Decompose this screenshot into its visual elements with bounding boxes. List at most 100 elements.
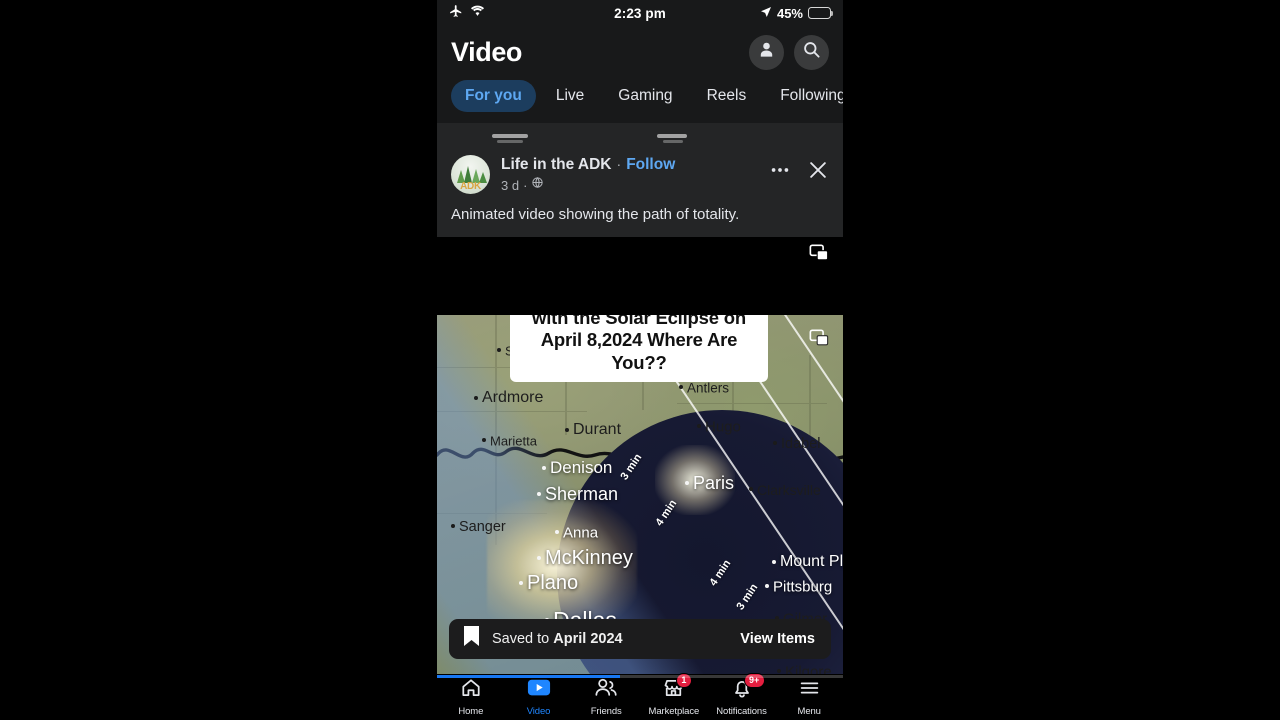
- tab-for-you[interactable]: For you: [451, 80, 536, 112]
- phone-viewport: 2:23 pm 45% Video For you Live Gaming Re…: [437, 0, 843, 720]
- post-card: ADK Life in the ADK · Follow 3 d · Anima…: [437, 145, 843, 237]
- view-items-button[interactable]: View Items: [740, 631, 815, 647]
- saved-prefix: Saved to: [492, 630, 554, 647]
- map-city-label: Hugo: [697, 418, 741, 436]
- nav-label-friends: Friends: [590, 706, 622, 717]
- map-city-name: Mount Ple: [780, 552, 843, 570]
- profile-button[interactable]: [749, 34, 784, 70]
- tab-gaming[interactable]: Gaming: [604, 80, 686, 112]
- saved-toast-text: Saved to April 2024: [492, 631, 623, 647]
- nav-item-home[interactable]: Home: [437, 677, 505, 717]
- picture-in-picture-icon[interactable]: [808, 243, 830, 268]
- map-city-pin: [542, 465, 546, 470]
- map-city-name: Idabel: [781, 435, 821, 452]
- timestamp-separator: ·: [523, 177, 528, 193]
- close-icon[interactable]: [807, 159, 829, 186]
- hamburger-menu-icon: [798, 677, 821, 704]
- battery-percent-label: 45%: [776, 5, 803, 21]
- map-city-name: Durant: [573, 420, 622, 438]
- map-city-name: Sanger: [459, 518, 506, 535]
- map-city-label: Mount Ple: [772, 553, 843, 571]
- nav-item-notifications[interactable]: 9+ Notifications: [708, 673, 776, 717]
- post-author-block: Life in the ADK · Follow 3 d ·: [501, 155, 769, 194]
- search-icon: [802, 40, 821, 64]
- globe-public-icon: [531, 176, 544, 194]
- map-city-pin: [773, 441, 777, 446]
- nav-item-menu[interactable]: Menu: [775, 677, 843, 717]
- video-progress-bar[interactable]: [437, 674, 843, 678]
- map-city-name: Hugo: [705, 417, 741, 435]
- tab-reels[interactable]: Reels: [693, 80, 761, 112]
- location-arrow-icon: [760, 6, 772, 21]
- battery-icon: [808, 7, 834, 19]
- map-city-pin: [537, 556, 541, 560]
- map-city-name: Sherman: [545, 483, 619, 504]
- video-play-icon: [527, 677, 551, 704]
- map-city-pin: [482, 438, 486, 443]
- app-header: Video For you Live Gaming Reels Followin…: [437, 26, 843, 123]
- map-city-name: Plano: [527, 571, 579, 594]
- saved-toast: Saved to April 2024 View Items: [449, 618, 831, 659]
- post-subtitle-row: 3 d ·: [501, 176, 769, 194]
- map-city-pin: [519, 581, 523, 585]
- app-header-row: Video: [451, 30, 829, 74]
- map-city-label: Anna: [555, 524, 598, 542]
- category-tabs: For you Live Gaming Reels Following: [451, 74, 843, 123]
- map-city-label: Denison: [542, 458, 612, 478]
- map-city-label: McKinney: [537, 547, 633, 570]
- post-controls: [769, 155, 829, 186]
- map-city-label: Idabel: [773, 435, 821, 453]
- map-city-name: Pittsburg: [773, 577, 833, 595]
- life-in-the-adk-avatar[interactable]: ADK: [451, 155, 490, 194]
- map-city-name: Anna: [563, 523, 599, 541]
- map-city-pin: [565, 427, 569, 432]
- header-actions: [749, 34, 829, 70]
- picture-in-picture-icon[interactable]: [808, 328, 830, 353]
- nav-item-marketplace[interactable]: 1 Marketplace: [640, 673, 708, 717]
- map-city-label: Ardmore: [474, 389, 543, 407]
- map-city-pin: [555, 530, 559, 535]
- nav-label-marketplace: Marketplace: [648, 706, 700, 717]
- post-author-row: Life in the ADK · Follow: [501, 156, 769, 174]
- post-header: ADK Life in the ADK · Follow 3 d ·: [451, 155, 829, 194]
- tab-following[interactable]: Following: [766, 80, 843, 112]
- video-overlay-caption: This is the path of darkness with the So…: [510, 314, 768, 382]
- author-separator: ·: [616, 156, 622, 172]
- post-timestamp: 3 d: [501, 177, 520, 193]
- map-city-name: Paris: [693, 472, 735, 493]
- map-city-pin: [537, 492, 541, 496]
- map-city-label: Clarksville: [749, 481, 821, 499]
- tab-live[interactable]: Live: [542, 80, 598, 112]
- follow-button[interactable]: Follow: [626, 156, 675, 174]
- nav-label-video: Video: [526, 706, 551, 717]
- map-city-pin: [777, 669, 781, 674]
- map-city-pin: [679, 385, 683, 390]
- map-city-label: Paris: [685, 473, 734, 494]
- map-city-name: Denison: [550, 457, 613, 477]
- bottom-navigation: Home Video Friends 1 Marketplace 9+ Noti…: [437, 673, 843, 720]
- nav-item-video[interactable]: Video: [505, 677, 573, 717]
- nav-label-menu: Menu: [797, 706, 821, 717]
- map-city-pin: [451, 524, 455, 529]
- ellipsis-icon[interactable]: [769, 159, 791, 186]
- video-player[interactable]: 3 min 4 min 4 min 3 min SulpAtokaAntlers…: [437, 314, 843, 681]
- map-city-pin: [685, 481, 689, 485]
- bookmark-icon: [463, 625, 480, 652]
- avatar-text: ADK: [460, 181, 481, 192]
- status-bar: 2:23 pm 45%: [437, 0, 843, 26]
- home-icon: [460, 677, 482, 704]
- search-button[interactable]: [794, 34, 829, 70]
- post-author-name[interactable]: Life in the ADK: [501, 156, 612, 174]
- video-gap: [437, 236, 843, 315]
- status-bar-right: 45%: [760, 5, 834, 21]
- page-title: Video: [451, 36, 523, 67]
- map-city-name: Marietta: [490, 432, 537, 448]
- map-city-pin: [772, 559, 776, 564]
- map-city-name: McKinney: [545, 546, 633, 569]
- post-caption: Animated video showing the path of total…: [451, 206, 740, 223]
- map-city-label: Plano: [519, 572, 578, 595]
- nav-label-notifications: Notifications: [716, 706, 767, 717]
- map-city-name: Antlers: [687, 379, 730, 395]
- saved-collection-name: April 2024: [553, 630, 623, 647]
- nav-item-friends[interactable]: Friends: [572, 677, 640, 717]
